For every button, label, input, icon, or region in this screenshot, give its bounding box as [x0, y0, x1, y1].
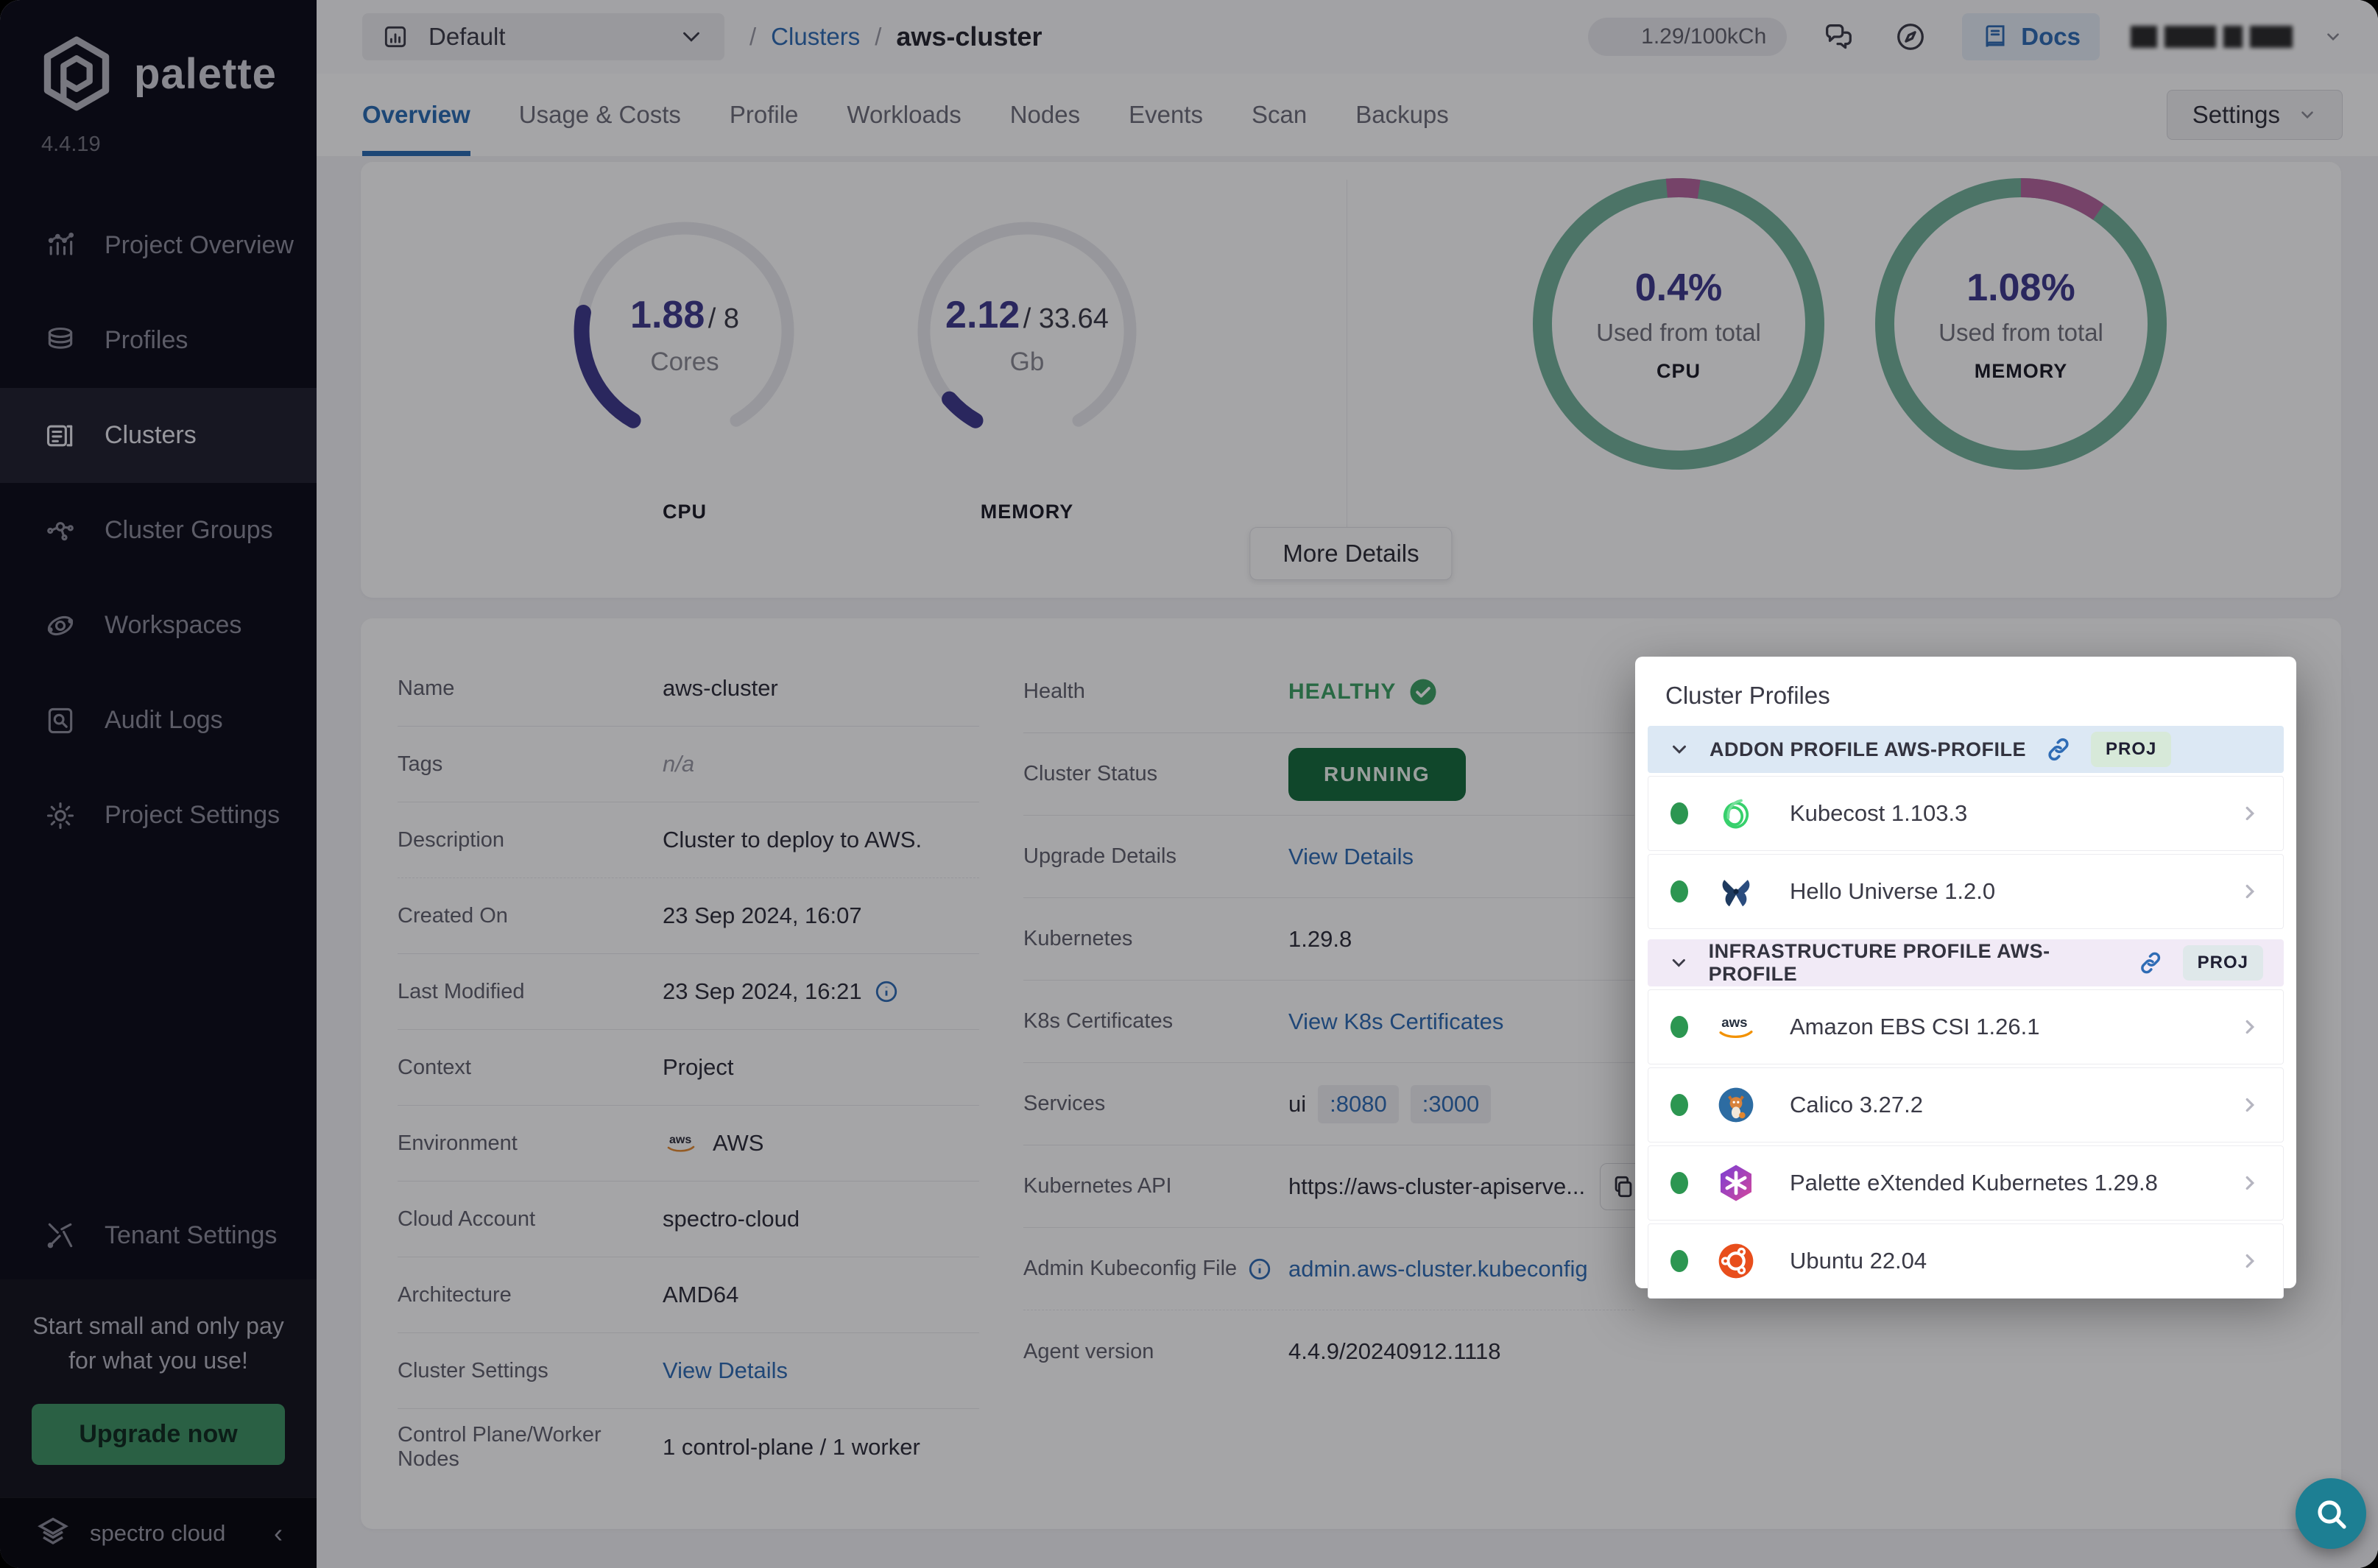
kubecost-icon	[1715, 792, 1757, 835]
profile-layer-name: Amazon EBS CSI 1.26.1	[1790, 1014, 2239, 1040]
proj-scope-badge: PROJ	[2091, 732, 2171, 767]
proj-scope-badge: PROJ	[2183, 945, 2263, 981]
cluster-profiles-title: Cluster Profiles	[1648, 671, 2284, 726]
infrastructure-profile-name: INFRASTRUCTURE PROFILE AWS-PROFILE	[1709, 940, 2120, 986]
status-dot	[1670, 1250, 1688, 1272]
search-icon	[2313, 1496, 2349, 1531]
aws-icon: aws	[1715, 1006, 1757, 1048]
infrastructure-profile-section-header[interactable]: INFRASTRUCTURE PROFILE AWS-PROFILE PROJ	[1648, 939, 2284, 986]
profile-layer-name: Ubuntu 22.04	[1790, 1248, 2239, 1274]
profile-layer-name: Hello Universe 1.2.0	[1790, 878, 2239, 905]
status-dot	[1670, 1016, 1688, 1038]
status-dot	[1670, 1094, 1688, 1116]
chevron-right-icon	[2239, 880, 2261, 903]
link-icon	[2045, 736, 2072, 763]
ubuntu-icon	[1715, 1240, 1757, 1282]
chevron-right-icon	[2239, 802, 2261, 824]
app-window: palette 4.4.19 Project Overview Profiles…	[0, 0, 2378, 1568]
svg-text:aws: aws	[1721, 1014, 1747, 1030]
chevron-down-icon	[1668, 952, 1690, 974]
profile-layer-row-kubecost[interactable]: Kubecost 1.103.3	[1648, 776, 2284, 851]
chevron-right-icon	[2239, 1250, 2261, 1272]
chevron-down-icon	[1668, 738, 1690, 760]
hello-universe-icon	[1715, 870, 1757, 913]
pxk-icon	[1715, 1162, 1757, 1204]
profile-layer-row-palette-extended-kubernetes[interactable]: Palette eXtended Kubernetes 1.29.8	[1648, 1145, 2284, 1221]
chevron-right-icon	[2239, 1172, 2261, 1194]
profile-layer-name: Palette eXtended Kubernetes 1.29.8	[1790, 1170, 2239, 1196]
profile-layer-name: Kubecost 1.103.3	[1790, 800, 2239, 827]
status-dot	[1670, 880, 1688, 903]
status-dot	[1670, 1172, 1688, 1194]
profile-layer-row-hello-universe[interactable]: Hello Universe 1.2.0	[1648, 854, 2284, 929]
link-icon	[2138, 950, 2163, 976]
profile-layer-row-amazon-ebs[interactable]: aws Amazon EBS CSI 1.26.1	[1648, 989, 2284, 1064]
addon-profile-name: ADDON PROFILE AWS-PROFILE	[1710, 738, 2026, 761]
addon-profile-section-header[interactable]: ADDON PROFILE AWS-PROFILE PROJ	[1648, 726, 2284, 773]
cluster-profiles-panel: Cluster Profiles ADDON PROFILE AWS-PROFI…	[1635, 657, 2296, 1288]
search-fab-button[interactable]	[2296, 1478, 2366, 1549]
profile-layer-name: Calico 3.27.2	[1790, 1092, 2239, 1118]
chevron-right-icon	[2239, 1016, 2261, 1038]
profile-layer-row-ubuntu[interactable]: Ubuntu 22.04	[1648, 1223, 2284, 1299]
profile-layer-row-calico[interactable]: Calico 3.27.2	[1648, 1067, 2284, 1143]
status-dot	[1670, 802, 1688, 824]
chevron-right-icon	[2239, 1094, 2261, 1116]
calico-icon	[1715, 1084, 1757, 1126]
